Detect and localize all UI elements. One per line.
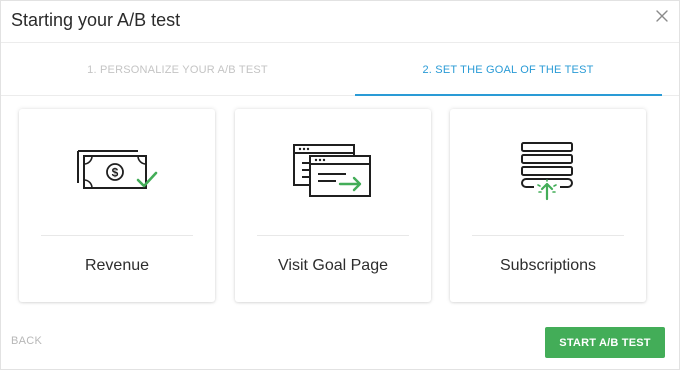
card-divider — [257, 235, 409, 236]
card-divider — [41, 235, 193, 236]
tab-personalize[interactable]: 1. PERSONALIZE YOUR A/B TEST — [1, 44, 354, 96]
close-icon[interactable] — [653, 7, 671, 25]
visit-page-icon — [293, 144, 371, 197]
ab-test-modal: Starting your A/B test 1. PERSONALIZE YO… — [0, 0, 680, 370]
modal-header: Starting your A/B test — [1, 1, 679, 43]
goal-card-visit-goal-page[interactable]: Visit Goal Page — [235, 109, 431, 302]
goal-label-subscriptions: Subscriptions — [499, 257, 597, 274]
subscriptions-icon — [521, 142, 573, 201]
revenue-icon: $ — [77, 150, 158, 189]
modal-title: Starting your A/B test — [11, 10, 181, 30]
svg-text:$: $ — [112, 166, 119, 180]
start-ab-test-button[interactable]: START A/B TEST — [545, 327, 665, 358]
back-button[interactable]: BACK — [11, 335, 42, 347]
active-tab-indicator — [355, 94, 662, 96]
goal-label-revenue: Revenue — [84, 257, 150, 274]
goal-card-revenue[interactable]: $ Revenue — [19, 109, 215, 302]
card-divider — [472, 235, 624, 236]
goal-card-subscriptions[interactable]: Subscriptions — [450, 109, 646, 302]
tab-set-goal[interactable]: 2. SET THE GOAL OF THE TEST — [354, 44, 662, 96]
step-tabs: 1. PERSONALIZE YOUR A/B TEST 2. SET THE … — [1, 44, 679, 96]
goal-label-visit-goal-page: Visit Goal Page — [278, 257, 388, 274]
